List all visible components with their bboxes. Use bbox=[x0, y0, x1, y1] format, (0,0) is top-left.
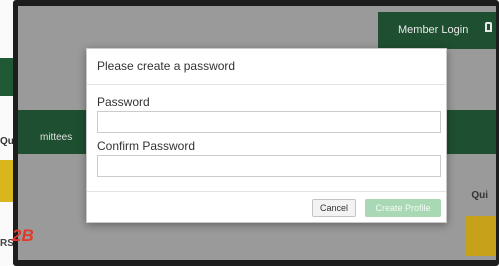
screenshot-frame: Member Login mittees Qui Please create a… bbox=[13, 0, 499, 266]
member-login-bar[interactable]: Member Login bbox=[378, 12, 496, 49]
confirm-password-label: Confirm Password bbox=[97, 139, 196, 153]
left-green-bar bbox=[0, 58, 14, 96]
modal-footer-divider bbox=[87, 191, 446, 192]
right-qui-text: Qui bbox=[471, 190, 488, 201]
right-yellow-block bbox=[466, 216, 496, 256]
password-field[interactable] bbox=[97, 111, 441, 133]
member-login-link[interactable]: Member Login bbox=[398, 24, 468, 36]
create-profile-button[interactable]: Create Profile bbox=[365, 199, 441, 217]
create-password-modal: Please create a password Password Confir… bbox=[86, 48, 447, 223]
annotation-badge: 2B bbox=[12, 226, 34, 245]
confirm-password-field[interactable] bbox=[97, 155, 441, 177]
modal-title: Please create a password bbox=[97, 59, 236, 73]
password-label: Password bbox=[97, 95, 150, 109]
cancel-button[interactable]: Cancel bbox=[312, 199, 356, 217]
nav-committees-text: mittees bbox=[40, 132, 73, 143]
lock-icon bbox=[485, 22, 492, 32]
left-yellow-block bbox=[0, 160, 14, 202]
